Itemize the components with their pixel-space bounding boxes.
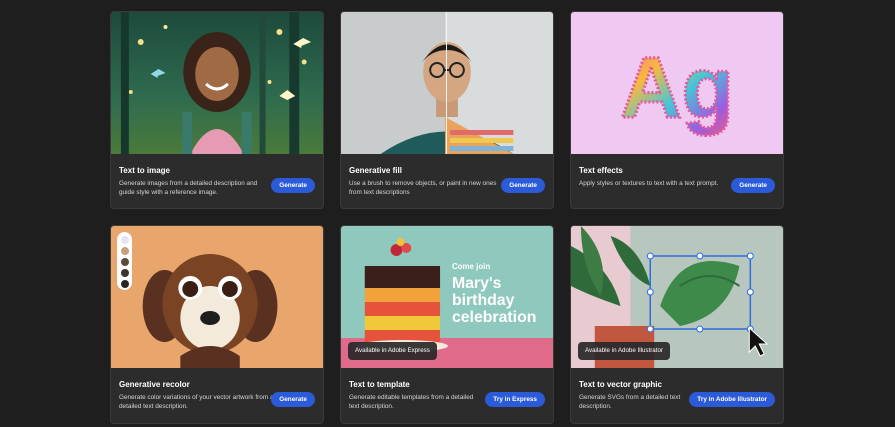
poster-line-2: Mary's <box>452 275 502 292</box>
palette-swatch[interactable] <box>120 280 129 288</box>
text-to-vector-preview-image: Available in Adobe Illustrator <box>571 226 783 368</box>
palette-swatch[interactable] <box>120 236 129 244</box>
palette-swatch[interactable] <box>120 258 129 266</box>
text-to-image-preview-image <box>111 12 323 154</box>
color-palette <box>117 232 132 290</box>
card-title: Generative recolor <box>119 380 190 389</box>
text-effects-sample-text: Ag <box>620 41 734 136</box>
before-after-divider <box>446 12 447 154</box>
card-description: Generate color variations of your vector… <box>119 394 274 410</box>
generative-fill-preview-image <box>341 12 553 154</box>
text-effects-preview-image: Ag <box>571 12 783 154</box>
card-text-to-template[interactable]: Come join Mary's birthday celebration Av… <box>340 225 554 424</box>
card-description: Use a brush to remove objects, or paint … <box>349 180 497 196</box>
poster-line-4: celebration <box>452 309 536 326</box>
card-description: Apply styles or textures to text with a … <box>579 180 719 187</box>
generative-recolor-preview-image <box>111 226 323 368</box>
try-in-illustrator-button[interactable]: Try in Adobe Illustrator <box>689 392 775 407</box>
card-description: Generate SVGs from a detailed text descr… <box>579 394 681 410</box>
card-text-to-image[interactable]: Text to image Generate images from a det… <box>110 11 324 209</box>
palette-swatch[interactable] <box>120 269 129 277</box>
card-description: Generate images from a detailed descript… <box>119 180 258 196</box>
poster-line-3: birthday <box>452 292 515 309</box>
card-title: Text to image <box>119 166 170 175</box>
availability-badge: Available in Adobe Express <box>348 342 437 360</box>
card-title: Generative fill <box>349 166 402 175</box>
card-text-effects[interactable]: Ag Text effects Apply styles or textures… <box>570 11 784 209</box>
generate-button[interactable]: Generate <box>271 392 315 407</box>
card-title: Text to vector graphic <box>579 380 662 389</box>
card-title: Text effects <box>579 166 623 175</box>
card-text-to-vector-graphic[interactable]: Available in Adobe Illustrator Text to v… <box>570 225 784 424</box>
generate-button[interactable]: Generate <box>271 178 315 193</box>
card-description: Generate editable templates from a detai… <box>349 394 474 410</box>
availability-badge: Available in Adobe Illustrator <box>578 342 670 360</box>
generate-button[interactable]: Generate <box>731 178 775 193</box>
card-generative-fill[interactable]: Generative fill Use a brush to remove ob… <box>340 11 554 209</box>
card-title: Text to template <box>349 380 410 389</box>
feature-card-grid: Text to image Generate images from a det… <box>110 11 785 427</box>
text-to-template-preview-image: Come join Mary's birthday celebration Av… <box>341 226 553 368</box>
poster-line-1: Come join <box>452 262 490 271</box>
card-generative-recolor[interactable]: Generative recolor Generate color variat… <box>110 225 324 424</box>
try-in-express-button[interactable]: Try in Express <box>485 392 545 407</box>
palette-swatch[interactable] <box>120 247 129 255</box>
generate-button[interactable]: Generate <box>501 178 545 193</box>
